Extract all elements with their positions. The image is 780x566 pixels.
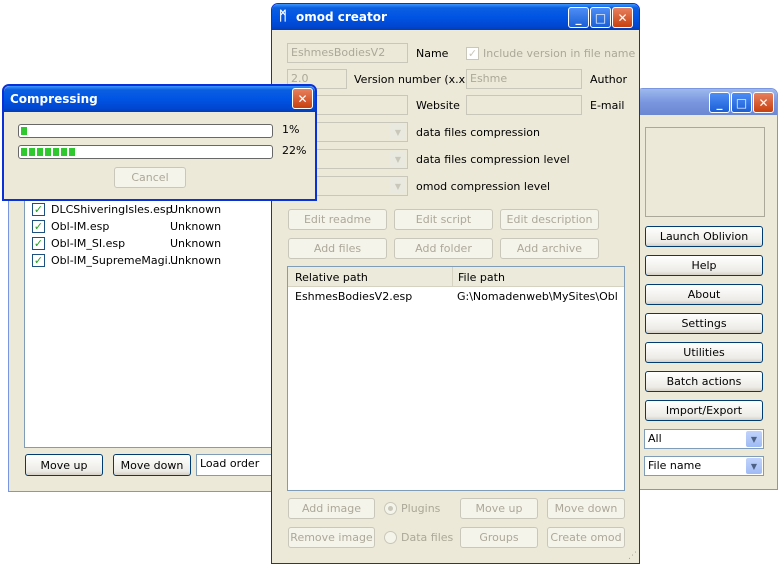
close-icon[interactable]: ✕ [753,92,774,113]
table-row[interactable]: EshmesBodiesV2.esp G:\Nomadenweb\MySites\… [288,288,624,305]
dialog-title: Compressing [10,92,98,106]
author-label: Author [590,73,628,86]
website-label: Website [416,99,460,112]
chevron-down-icon[interactable]: ▼ [746,431,762,447]
file-list[interactable]: Relative path File path EshmesBodiesV2.e… [287,266,625,491]
move-up-file-button[interactable]: Move up [460,498,538,519]
load-order-field[interactable]: Load order [196,454,276,476]
email-field[interactable] [466,95,582,115]
data-files-radio[interactable] [384,531,397,544]
edit-script-button[interactable]: Edit script [394,209,493,230]
add-image-button[interactable]: Add image [288,498,375,519]
app-icon: ᛗ [279,9,287,24]
remove-image-button[interactable]: Remove image [288,527,375,548]
mod-name: Obl-IM.esp [51,220,110,233]
about-button[interactable]: About [645,284,763,305]
settings-button[interactable]: Settings [645,313,763,334]
close-icon[interactable]: ✕ [292,88,313,109]
filter-select[interactable]: All ▼ [644,429,764,449]
list-item[interactable]: ✓ Obl-IM.esp Unknown [25,218,273,235]
column-file-path[interactable]: File path [453,267,624,287]
chevron-down-icon[interactable]: ▼ [746,458,762,474]
move-down-button[interactable]: Move down [113,454,191,476]
right-window: _ □ ✕ Launch Oblivion Help About Settings Ut… [636,88,778,490]
relative-path-cell: EshmesBodiesV2.esp [295,290,413,303]
preview-image [645,127,765,217]
create-omod-button[interactable]: Create omod [547,527,625,548]
utilities-button[interactable]: Utilities [645,342,763,363]
mod-checkbox[interactable]: ✓ [32,237,45,250]
mod-status: Unknown [170,220,222,233]
column-relative-path[interactable]: Relative path [288,267,453,287]
data-compression-label: data files compression [416,126,540,139]
author-field[interactable]: Eshme [466,69,582,89]
add-archive-button[interactable]: Add archive [500,238,599,259]
window-title: omod creator [296,10,387,24]
mod-status: Unknown [170,254,222,267]
sort-select-value: File name [648,459,702,472]
plugins-label: Plugins [401,502,441,515]
maximize-icon[interactable]: □ [590,7,611,28]
progress-percent-2: 22% [282,144,307,157]
mod-checkbox[interactable]: ✓ [32,254,45,267]
resize-grip-icon[interactable]: ⋰ [628,552,637,561]
minimize-icon[interactable]: _ [568,7,589,28]
progress-bar-1 [18,124,273,138]
minimize-icon[interactable]: _ [709,92,730,113]
batch-actions-button[interactable]: Batch actions [645,371,763,392]
email-label: E-mail [590,99,625,112]
list-item[interactable]: ✓ Obl-IM_SupremeMagi... Unknown [25,252,273,269]
sort-select[interactable]: File name ▼ [644,456,764,476]
mod-name: Obl-IM_SupremeMagi... [51,254,179,267]
name-label: Name [416,47,449,60]
chevron-down-icon[interactable]: ▼ [390,178,406,194]
progress-fill-2 [21,148,76,156]
maximize-icon[interactable]: □ [731,92,752,113]
move-up-button[interactable]: Move up [25,454,103,476]
list-item[interactable]: ✓ DLCShiveringIsles.esp Unknown [25,201,273,218]
progress-fill-1 [21,127,29,135]
chevron-down-icon[interactable]: ▼ [390,151,406,167]
groups-button[interactable]: Groups [460,527,538,548]
edit-description-button[interactable]: Edit description [500,209,599,230]
plugins-radio[interactable] [384,502,397,515]
mod-status: Unknown [170,203,222,216]
mod-checkbox[interactable]: ✓ [32,203,45,216]
cancel-button[interactable]: Cancel [114,167,186,188]
move-down-file-button[interactable]: Move down [547,498,625,519]
data-compression-level-label: data files compression level [416,153,570,166]
launch-oblivion-button[interactable]: Launch Oblivion [645,226,763,247]
mod-status: Unknown [170,237,222,250]
file-list-header: Relative path File path [288,267,624,287]
name-field[interactable]: EshmesBodiesV2 [287,43,408,63]
list-item[interactable]: ✓ Obl-IM_SI.esp Unknown [25,235,273,252]
progress-percent-1: 1% [282,123,300,136]
omod-creator-window: ᛗ omod creator _ □ ✕ EshmesBodiesV2 Name… [271,3,640,564]
add-folder-button[interactable]: Add folder [394,238,493,259]
compressing-titlebar[interactable]: Compressing ✕ [4,86,315,112]
version-label: Version number (x.x.x) [354,73,480,86]
close-icon[interactable]: ✕ [612,7,633,28]
add-files-button[interactable]: Add files [288,238,387,259]
mod-name: DLCShiveringIsles.esp [51,203,173,216]
filter-select-value: All [648,432,662,445]
mod-name: Obl-IM_SI.esp [51,237,126,250]
include-version-checkbox[interactable]: ✓ [466,47,479,60]
right-window-titlebar[interactable]: _ □ ✕ [637,89,777,115]
file-path-cell: G:\Nomadenweb\MySites\Obli... [457,290,617,303]
progress-bar-2 [18,145,273,159]
mod-checkbox[interactable]: ✓ [32,220,45,233]
omod-compression-level-label: omod compression level [416,180,551,193]
data-files-label: Data files [401,531,454,544]
help-button[interactable]: Help [645,255,763,276]
compressing-dialog: Compressing ✕ 1% 22% Cancel [2,84,317,201]
include-version-label: Include version in file name [483,47,636,60]
omod-creator-titlebar[interactable]: ᛗ omod creator _ □ ✕ [272,4,639,30]
chevron-down-icon[interactable]: ▼ [390,124,406,140]
import-export-button[interactable]: Import/Export [645,400,763,421]
edit-readme-button[interactable]: Edit readme [288,209,387,230]
